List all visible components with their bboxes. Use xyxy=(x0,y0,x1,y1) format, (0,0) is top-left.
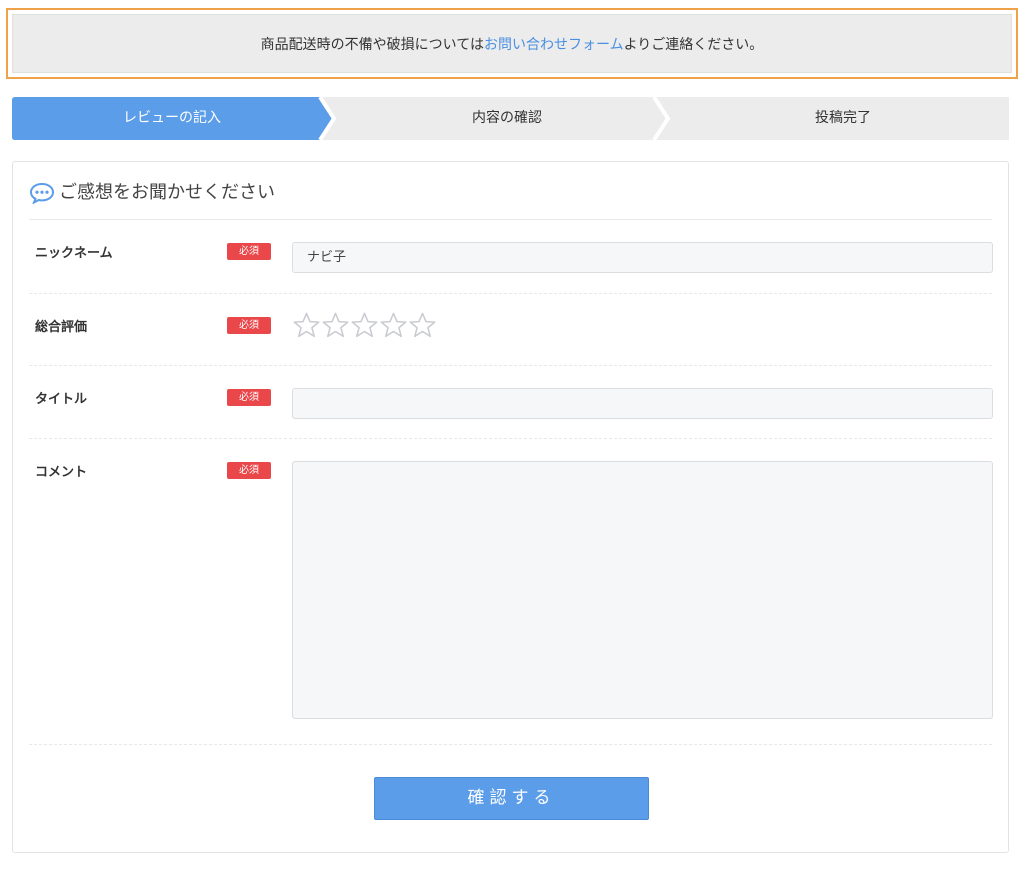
rating-row: 総合評価 必須 xyxy=(29,294,992,366)
step-complete: 投稿完了 xyxy=(815,110,871,126)
form-title: ご感想をお聞かせください xyxy=(59,182,275,203)
step-write-review: レビューの記入 xyxy=(123,110,221,126)
comment-label: コメント xyxy=(35,465,88,480)
required-badge: 必須 xyxy=(227,243,271,260)
comment-textarea[interactable] xyxy=(292,461,993,719)
title-input[interactable] xyxy=(292,388,993,419)
notice-text-before: 商品配送時の不備や破損については xyxy=(260,36,484,53)
notice-text-after: よりご連絡ください。 xyxy=(623,36,764,53)
form-heading: ご感想をお聞かせください xyxy=(29,182,992,220)
nickname-input[interactable]: ナビ子 xyxy=(292,242,993,273)
star-outline-icon[interactable] xyxy=(321,311,350,340)
required-badge: 必須 xyxy=(227,462,271,479)
required-badge: 必須 xyxy=(227,389,271,406)
confirm-button[interactable]: 確認する xyxy=(374,777,649,820)
nickname-label: ニックネーム xyxy=(35,246,113,261)
notice-box: 商品配送時の不備や破損については お問い合わせフォーム よりご連絡ください。 xyxy=(12,14,1012,73)
star-outline-icon[interactable] xyxy=(292,311,321,340)
contact-form-link[interactable]: お問い合わせフォーム xyxy=(484,34,624,54)
review-form-panel: ご感想をお聞かせください ニックネーム 必須 ナビ子 総合評価 必須 タイトル … xyxy=(12,161,1009,853)
nickname-row: ニックネーム 必須 ナビ子 xyxy=(29,220,993,294)
title-row: タイトル 必須 xyxy=(29,366,993,439)
progress-steps: レビューの記入 内容の確認 投稿完了 xyxy=(12,97,1009,140)
required-badge: 必須 xyxy=(227,317,271,334)
star-outline-icon[interactable] xyxy=(379,311,408,340)
delivery-notice: 商品配送時の不備や破損については お問い合わせフォーム よりご連絡ください。 xyxy=(6,8,1018,79)
star-rating[interactable] xyxy=(292,311,437,340)
title-label: タイトル xyxy=(35,392,88,407)
star-outline-icon[interactable] xyxy=(408,311,437,340)
star-outline-icon[interactable] xyxy=(350,311,379,340)
rating-label: 総合評価 xyxy=(35,320,88,335)
comment-row: コメント 必須 xyxy=(29,439,993,745)
chat-bubble-icon xyxy=(29,182,55,204)
step-confirm: 内容の確認 xyxy=(472,110,542,126)
